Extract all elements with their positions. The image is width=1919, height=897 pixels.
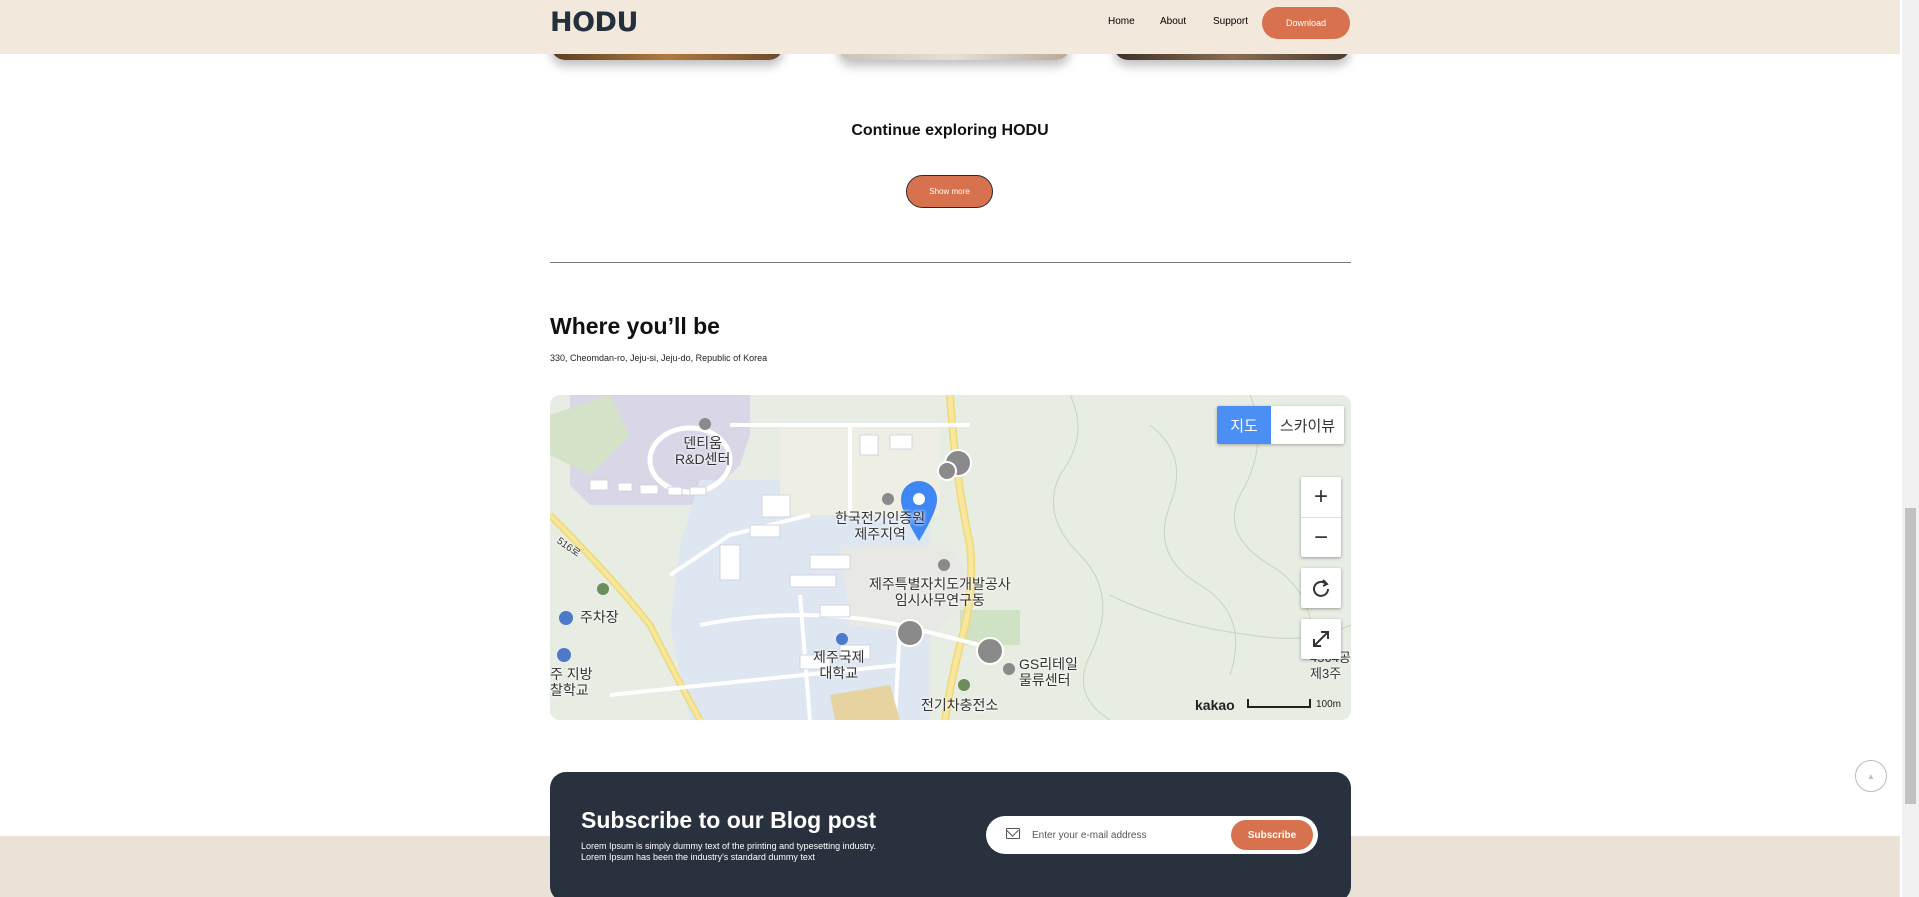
continue-exploring-title: Continue exploring HODU bbox=[851, 122, 1049, 139]
subscribe-form: Subscribe bbox=[986, 816, 1318, 854]
map-label-dentium: 덴티움 R&D센터 bbox=[675, 435, 731, 467]
location-map[interactable]: 덴티움 R&D센터 한국전기인증원 제주지역 제주특별자치도개발공사 임시사무연구동 … bbox=[550, 395, 1351, 720]
email-field[interactable] bbox=[1032, 824, 1222, 846]
scrollbar-thumb[interactable] bbox=[1905, 508, 1916, 804]
map-type-skyview-button[interactable]: 스카이뷰 bbox=[1271, 406, 1344, 444]
map-label-university: 제주국제 대학교 bbox=[813, 649, 865, 681]
map-scale-bar bbox=[1247, 699, 1311, 708]
section-divider bbox=[550, 262, 1351, 263]
subscribe-description-line: Lorem Ipsum has been the industry's stan… bbox=[581, 852, 815, 862]
subscribe-description: Lorem Ipsum is simply dummy text of the … bbox=[581, 841, 911, 863]
map-label-police-school: 주 지방 찰학교 bbox=[550, 666, 593, 698]
map-label-jdc: 제주특별자치도개발공사 임시사무연구동 bbox=[869, 576, 1011, 608]
map-label-gs-retail: GS리테일 물류센터 bbox=[1019, 656, 1078, 688]
arrow-up-icon: ▲ bbox=[1867, 771, 1875, 781]
mail-icon bbox=[1006, 828, 1020, 839]
refresh-icon[interactable] bbox=[1301, 568, 1341, 608]
map-label-ev-charge: 전기차충전소 bbox=[921, 697, 999, 713]
map-label-parking: 주차장 bbox=[580, 609, 619, 625]
zoom-out-button[interactable]: − bbox=[1301, 517, 1341, 557]
show-more-button[interactable]: Show more bbox=[906, 175, 993, 208]
fullscreen-control bbox=[1301, 619, 1341, 659]
reset-control bbox=[1301, 568, 1341, 608]
download-button[interactable]: Download bbox=[1262, 7, 1350, 39]
kakao-logo: kakao bbox=[1195, 697, 1235, 713]
site-header: HODU Home About Support Download bbox=[0, 0, 1900, 54]
map-type-switch: 지도 스카이뷰 bbox=[1217, 406, 1344, 444]
location-address: 330, Cheomdan-ro, Jeju-si, Jeju-do, Repu… bbox=[550, 353, 768, 363]
location-title: Where you’ll be bbox=[550, 313, 720, 339]
nav-support-link[interactable]: Support bbox=[1213, 16, 1248, 27]
zoom-controls: + − bbox=[1301, 477, 1341, 557]
subscribe-button[interactable]: Subscribe bbox=[1231, 820, 1313, 850]
map-scale-label: 100m bbox=[1316, 699, 1342, 710]
map-type-roadmap-button[interactable]: 지도 bbox=[1217, 406, 1271, 444]
nav-home-link[interactable]: Home bbox=[1108, 16, 1135, 27]
fullscreen-icon[interactable] bbox=[1301, 619, 1341, 659]
zoom-in-button[interactable]: + bbox=[1301, 477, 1341, 517]
nav-about-link[interactable]: About bbox=[1160, 16, 1186, 27]
page-scrollbar[interactable] bbox=[1902, 0, 1919, 897]
map-label-kepco: 한국전기인증원 제주지역 bbox=[835, 510, 926, 542]
subscribe-panel: Subscribe to our Blog post Lorem Ipsum i… bbox=[550, 772, 1351, 897]
subscribe-title: Subscribe to our Blog post bbox=[581, 807, 877, 833]
subscribe-description-line: Lorem Ipsum is simply dummy text of the … bbox=[581, 841, 876, 851]
scroll-to-top-button[interactable]: ▲ bbox=[1855, 760, 1887, 792]
hodu-logo[interactable]: HODU bbox=[550, 8, 638, 38]
